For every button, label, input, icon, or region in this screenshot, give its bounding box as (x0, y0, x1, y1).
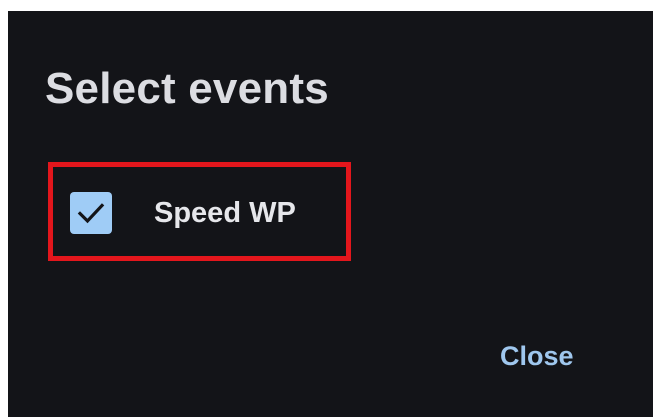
select-events-dialog: Select events Speed WP Close (8, 11, 653, 417)
dialog-title: Select events (45, 64, 329, 113)
close-button[interactable]: Close (492, 336, 582, 376)
speed-wp-checkbox[interactable] (70, 192, 112, 234)
event-option-speed-wp[interactable]: Speed WP (70, 191, 296, 235)
checkmark-icon (77, 203, 105, 224)
option-label: Speed WP (154, 196, 296, 229)
